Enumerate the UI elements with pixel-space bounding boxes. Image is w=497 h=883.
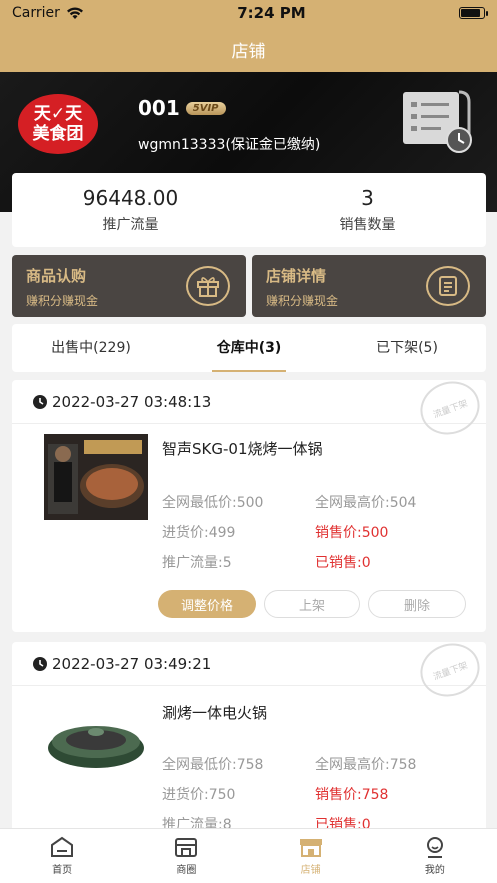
product-time: 2022-03-27 03:48:13 [52, 392, 212, 411]
logo-line-1: 天✓天 [33, 104, 83, 124]
sale-price: 销售价:758 [315, 787, 389, 803]
product-card: 2022-03-27 03:48:13 流量下架 智声SKG-01烧烤一体锅 全… [12, 373, 488, 632]
shop-details-card[interactable]: 店铺详情 赚积分赚现金 [252, 255, 486, 317]
shop-logo: 天✓天 美食团 [18, 94, 98, 154]
clock-icon [33, 656, 47, 671]
traffic-value: 96448.00 [82, 186, 179, 210]
page-title: 店铺 [231, 41, 266, 62]
tabbar-profile[interactable]: 我的 [373, 829, 497, 883]
sale-price: 销售价:500 [315, 525, 389, 541]
promotion-traffic: 推广流量:5 [162, 555, 232, 571]
max-price: 全网最高价:758 [315, 757, 417, 773]
stats-card: 96448.00 推广流量 3 销售数量 [12, 173, 486, 247]
tab-on-sale[interactable]: 出售中(229) [12, 324, 170, 372]
clock-icon [33, 394, 47, 409]
bottom-tab-bar: 首页 商圈 店铺 我的 [0, 828, 497, 883]
delete-button[interactable]: 删除 [368, 590, 466, 618]
clock: 7:24 PM [237, 4, 306, 22]
card-header: 2022-03-27 03:49:21 流量下架 [12, 642, 486, 705]
card-header: 2022-03-27 03:48:13 流量下架 [12, 373, 488, 443]
delisted-stamp: 流量下架 [412, 373, 488, 443]
product-card: 2022-03-27 03:49:21 流量下架 涮烤一体电火锅 全网最低价:7… [12, 642, 486, 832]
profile-icon [426, 837, 443, 858]
purchase-price: 进货价:499 [162, 525, 236, 541]
delisted-stamp: 流量下架 [412, 642, 486, 705]
sales-value: 3 [361, 186, 374, 210]
min-price: 全网最低价:758 [162, 757, 264, 773]
shop-name-row: 001 5VIP [138, 96, 226, 120]
status-bar: Carrier 7:24 PM [0, 0, 497, 26]
document-clock-icon[interactable] [397, 86, 477, 156]
vip-badge: 5VIP [185, 101, 226, 115]
battery-icon [459, 7, 488, 19]
carrier-label: Carrier [12, 5, 60, 21]
tabbar-home[interactable]: 首页 [0, 829, 124, 883]
shop-name: 001 [138, 96, 180, 120]
traffic-label: 推广流量 [102, 217, 159, 233]
product-image[interactable] [44, 434, 148, 520]
tabbar-business-circle[interactable]: 商圈 [124, 829, 248, 883]
document-icon [426, 266, 470, 306]
product-title[interactable]: 涮烤一体电火锅 [162, 702, 267, 723]
shop-account: wgmn13333(保证金已缴纳) [138, 137, 321, 153]
tabbar-label: 我的 [424, 865, 445, 876]
tabbar-label: 店铺 [300, 865, 321, 876]
logo-line-2: 美食团 [32, 124, 84, 144]
purchase-price: 进货价:750 [162, 787, 236, 803]
product-time: 2022-03-27 03:49:21 [52, 654, 212, 673]
product-title[interactable]: 智声SKG-01烧烤一体锅 [162, 438, 322, 459]
wifi-icon [66, 6, 83, 19]
stat-traffic: 96448.00 推广流量 [12, 173, 249, 247]
sold-count: 已销售:0 [315, 555, 371, 571]
tab-delisted[interactable]: 已下架(5) [328, 324, 486, 372]
status-tabs: 出售中(229) 仓库中(3) 已下架(5) [12, 324, 486, 372]
tabbar-label: 商圈 [176, 865, 197, 876]
tabbar-label: 首页 [52, 865, 73, 876]
adjust-price-button[interactable]: 调整价格 [158, 590, 256, 618]
tabbar-shop[interactable]: 店铺 [249, 829, 373, 883]
gift-icon [186, 266, 230, 306]
product-subscription-card[interactable]: 商品认购 赚积分赚现金 [12, 255, 246, 317]
nav-bar: 店铺 [0, 26, 497, 72]
store-icon [175, 838, 198, 857]
product-image[interactable] [44, 702, 148, 788]
min-price: 全网最低价:500 [162, 495, 264, 511]
max-price: 全网最高价:504 [315, 495, 417, 511]
promo-row: 商品认购 赚积分赚现金 店铺详情 赚积分赚现金 [12, 255, 486, 317]
shop-icon [299, 839, 322, 857]
stat-sales: 3 销售数量 [249, 173, 486, 247]
tab-in-warehouse[interactable]: 仓库中(3) [170, 324, 328, 372]
list-on-shelf-button[interactable]: 上架 [264, 590, 360, 618]
sales-label: 销售数量 [339, 217, 396, 233]
home-icon [51, 836, 74, 857]
